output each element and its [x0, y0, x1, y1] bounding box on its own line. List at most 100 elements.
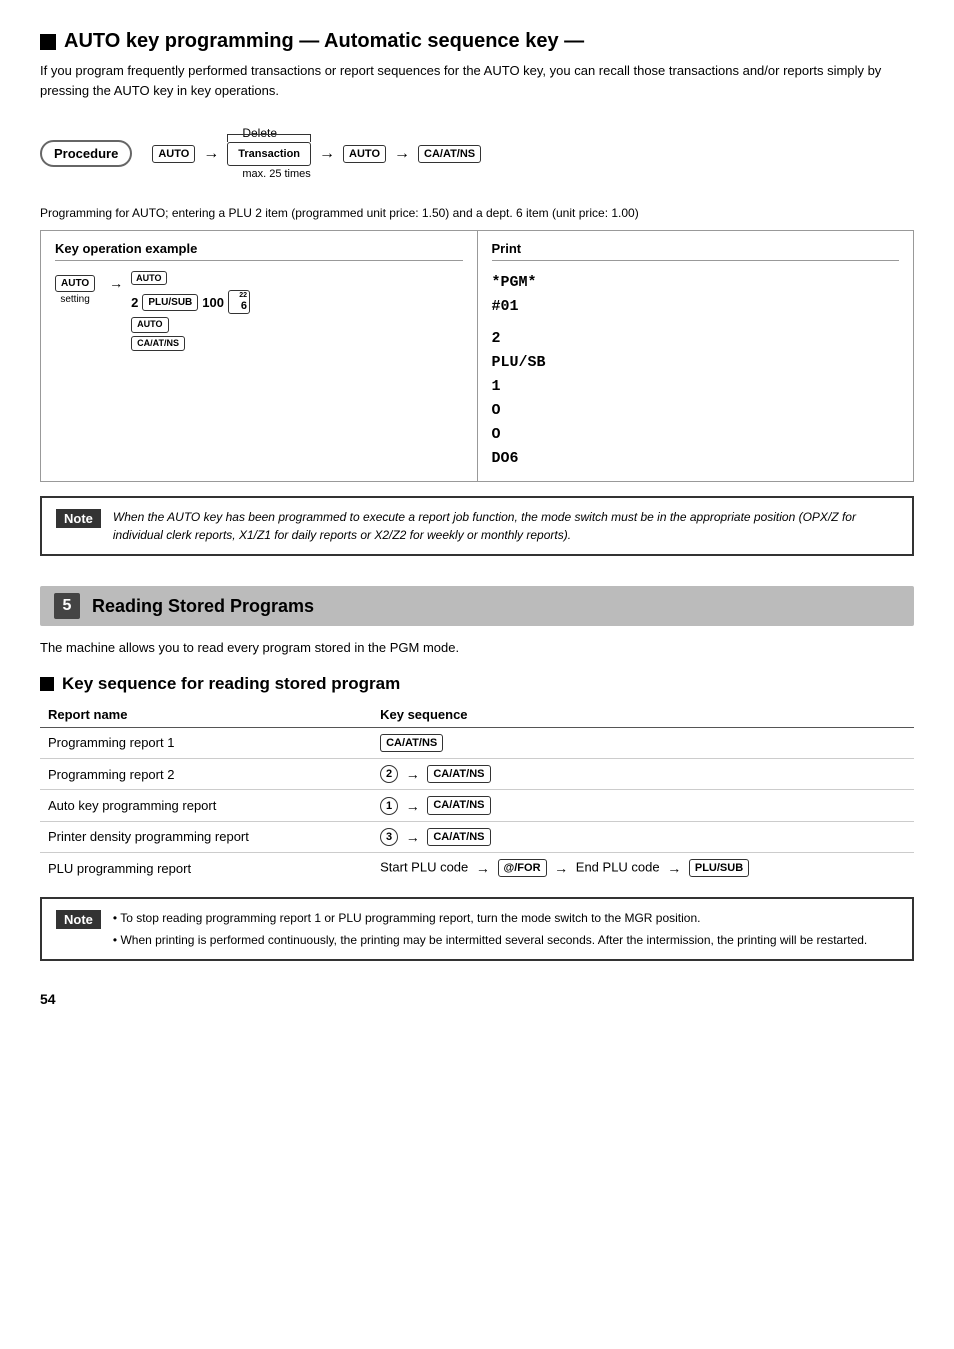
arrow-3: →: [394, 145, 410, 163]
table-row: Printer density programming report 3 → C…: [40, 821, 914, 852]
table-row: PLU programming report Start PLU code → …: [40, 852, 914, 883]
example-print-row: Key operation example AUTO setting → AUT…: [40, 230, 914, 482]
col1-header: Report name: [40, 702, 372, 728]
arrow-op-1: →: [109, 275, 123, 291]
procedure-area: Procedure Delete AUTO → Transaction → AU…: [40, 116, 914, 190]
programming-note: Programming for AUTO; entering a PLU 2 i…: [40, 204, 914, 222]
delete-label: Delete: [242, 126, 277, 140]
print-line-2: #01: [492, 295, 900, 319]
arrow-2: →: [319, 145, 335, 163]
example-col-header: Key operation example: [55, 241, 463, 261]
note-item-2: When printing is performed continuously,…: [113, 931, 867, 949]
note-label-2: Note: [56, 910, 101, 929]
key-seq-1: CA/AT/NS: [372, 727, 914, 758]
intro-text: If you program frequently performed tran…: [40, 61, 914, 100]
section-5-number: 5: [54, 593, 80, 619]
print-col-header: Print: [492, 241, 900, 261]
auto-small-top: AUTO: [131, 271, 166, 285]
top-row-keys: AUTO: [131, 271, 166, 287]
key-op-diagram: AUTO setting → AUTO 2 PLU/SUB 100: [55, 271, 463, 351]
section-5-bar: 5 Reading Stored Programs: [40, 586, 914, 626]
arrow-r2: →: [406, 766, 420, 782]
heading-square-icon: [40, 34, 56, 50]
key-seq-table: Report name Key sequence Programming rep…: [40, 702, 914, 883]
report-name-1: Programming report 1: [40, 727, 372, 758]
report-name-4: Printer density programming report: [40, 821, 372, 852]
arrow-1: →: [203, 145, 219, 163]
ca-at-ns-row: CA/AT/NS: [131, 336, 185, 352]
ca-at-ns-key-1: CA/AT/NS: [418, 145, 481, 163]
print-line-7: O: [492, 423, 900, 447]
print-line-6: O: [492, 399, 900, 423]
auto-key-2: AUTO: [343, 145, 386, 163]
main-heading-text: AUTO key programming — Automatic sequenc…: [64, 30, 584, 53]
sub-heading-text: Key sequence for reading stored program: [62, 674, 400, 694]
report-name-2: Programming report 2: [40, 759, 372, 790]
ca-at-ns-r1: CA/AT/NS: [380, 734, 443, 752]
keys-col: AUTO 2 PLU/SUB 100 22 6 AUTO: [131, 271, 250, 351]
note-text-2: To stop reading programming report 1 or …: [113, 909, 867, 949]
six-stacked: 22 6: [228, 290, 250, 314]
ca-at-ns-r3: CA/AT/NS: [427, 796, 490, 814]
ca-at-ns-r2: CA/AT/NS: [427, 765, 490, 783]
bracket-left: [227, 134, 228, 142]
page-number: 54: [40, 991, 914, 1007]
plu-sub-key: PLU/SUB: [142, 294, 198, 311]
print-line-1: *PGM*: [492, 271, 900, 295]
procedure-label: Procedure: [40, 140, 132, 167]
circle-2: 2: [380, 765, 398, 783]
print-blank: [492, 319, 900, 327]
print-line-3: 2: [492, 327, 900, 351]
num-100: 100: [202, 295, 224, 310]
table-row: Auto key programming report 1 → CA/AT/NS: [40, 790, 914, 821]
num-2: 2: [131, 295, 138, 310]
circle-1: 1: [380, 797, 398, 815]
note-box-1: Note When the AUTO key has been programm…: [40, 496, 914, 556]
table-row: Programming report 1 CA/AT/NS: [40, 727, 914, 758]
at-for-key: @/FOR: [498, 859, 547, 877]
key-seq-heading: Key sequence for reading stored program: [40, 674, 914, 694]
report-name-5: PLU programming report: [40, 852, 372, 883]
start-plu-label: Start PLU code: [380, 860, 468, 875]
arrow-r5b: →: [554, 860, 568, 876]
proc-row: AUTO → Transaction → AUTO → CA/AT/NS: [152, 142, 481, 166]
auto-key-op: AUTO: [55, 275, 95, 292]
procedure-diagram: Delete AUTO → Transaction → AUTO → CA/AT…: [152, 126, 481, 180]
arrow-r5c: →: [667, 860, 681, 876]
six-bot: 6: [231, 300, 247, 312]
print-line-8: DO6: [492, 447, 900, 471]
bracket-top: [227, 134, 311, 135]
report-name-3: Auto key programming report: [40, 790, 372, 821]
table-row: Programming report 2 2 → CA/AT/NS: [40, 759, 914, 790]
ca-at-ns-r4: CA/AT/NS: [427, 828, 490, 846]
sub-heading-square: [40, 677, 54, 691]
key-seq-2: 2 → CA/AT/NS: [372, 759, 914, 790]
section-5-intro: The machine allows you to read every pro…: [40, 638, 914, 658]
plu-sub-key-r5: PLU/SUB: [689, 859, 749, 877]
note-box-2: Note To stop reading programming report …: [40, 897, 914, 961]
arrow-r4: →: [406, 829, 420, 845]
print-col: Print *PGM* #01 2 PLU/SB 1 O O DO6: [478, 231, 914, 481]
transaction-key: Transaction: [227, 142, 311, 166]
print-line-5: 1: [492, 375, 900, 399]
main-heading: AUTO key programming — Automatic sequenc…: [40, 30, 914, 53]
auto-setting-col: AUTO setting: [55, 275, 95, 305]
auto-key-1: AUTO: [152, 145, 195, 163]
arrow-r5a: →: [476, 860, 490, 876]
six-top: 22: [231, 292, 247, 300]
main-keys-row: 2 PLU/SUB 100 22 6: [131, 290, 250, 314]
circle-3: 3: [380, 828, 398, 846]
print-line-4: PLU/SB: [492, 351, 900, 375]
auto-badge: AUTO: [131, 271, 166, 285]
col2-header: Key sequence: [372, 702, 914, 728]
key-seq-5: Start PLU code → @/FOR → End PLU code → …: [372, 852, 914, 883]
bracket-wrapper: Transaction: [227, 142, 311, 166]
key-seq-3: 1 → CA/AT/NS: [372, 790, 914, 821]
note-label-1: Note: [56, 509, 101, 528]
auto-below-row: AUTO: [131, 317, 168, 333]
section-5-title: Reading Stored Programs: [92, 596, 314, 617]
print-content: *PGM* #01 2 PLU/SB 1 O O DO6: [492, 271, 900, 471]
arrow-r3: →: [406, 798, 420, 814]
ca-at-ns-key-op: CA/AT/NS: [131, 336, 185, 352]
note-item-1: To stop reading programming report 1 or …: [113, 909, 867, 927]
